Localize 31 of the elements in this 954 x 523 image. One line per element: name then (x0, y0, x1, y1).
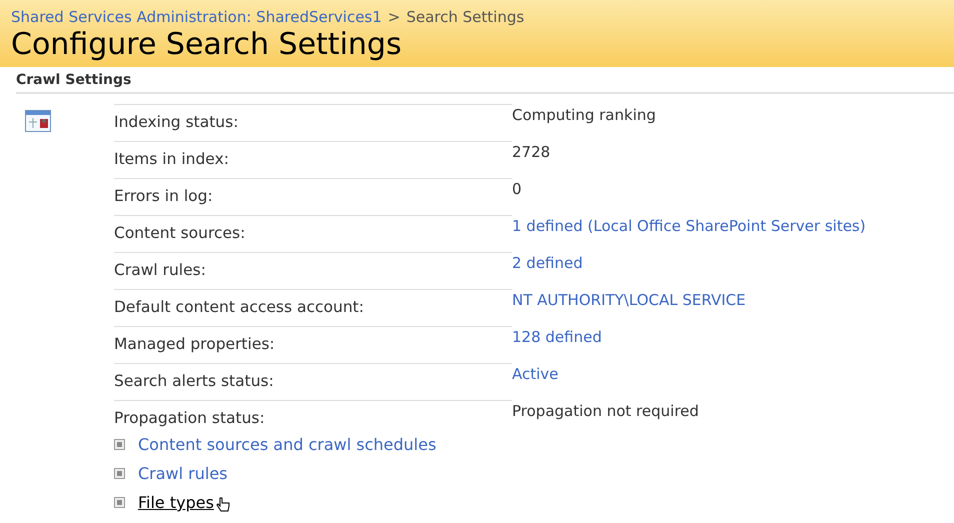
value-link[interactable]: 1 defined (Local Office SharePoint Server sites) (512, 217, 866, 235)
field-label: Crawl rules: (114, 252, 512, 289)
bullet-icon (114, 468, 125, 479)
field-value: Propagation not required (512, 402, 699, 420)
nav-link[interactable]: Content sources and crawl schedules (138, 435, 436, 454)
field-label: Default content access account: (114, 289, 512, 326)
field-label: Propagation status: (114, 400, 512, 437)
value-link[interactable]: Active (512, 365, 558, 383)
field-label: Managed properties: (114, 326, 512, 363)
field-value: 0 (512, 180, 522, 198)
field-label: Indexing status: (114, 104, 512, 141)
section-title: Crawl Settings (16, 72, 954, 94)
field-label: Search alerts status: (114, 363, 512, 400)
breadcrumb-link[interactable]: Shared Services Administration: SharedServices1 (11, 8, 382, 26)
breadcrumb-current: Search Settings (406, 8, 524, 26)
nav-link[interactable]: Crawl rules (138, 464, 228, 483)
field-label: Content sources: (114, 215, 512, 252)
hand-cursor-icon (216, 497, 230, 513)
value-link[interactable]: NT AUTHORITY\LOCAL SERVICE (512, 291, 746, 309)
field-value: Computing ranking (512, 106, 656, 124)
bullet-icon (114, 439, 125, 450)
window-icon (25, 110, 51, 132)
field-label: Items in index: (114, 141, 512, 178)
value-link[interactable]: 2 defined (512, 254, 583, 272)
field-label: Errors in log: (114, 178, 512, 215)
breadcrumb-separator: > (388, 8, 400, 26)
value-link[interactable]: 128 defined (512, 328, 602, 346)
nav-link[interactable]: File types (138, 493, 214, 512)
page-title: Configure Search Settings (11, 27, 403, 63)
field-value: 2728 (512, 143, 550, 161)
bullet-icon (114, 497, 125, 508)
